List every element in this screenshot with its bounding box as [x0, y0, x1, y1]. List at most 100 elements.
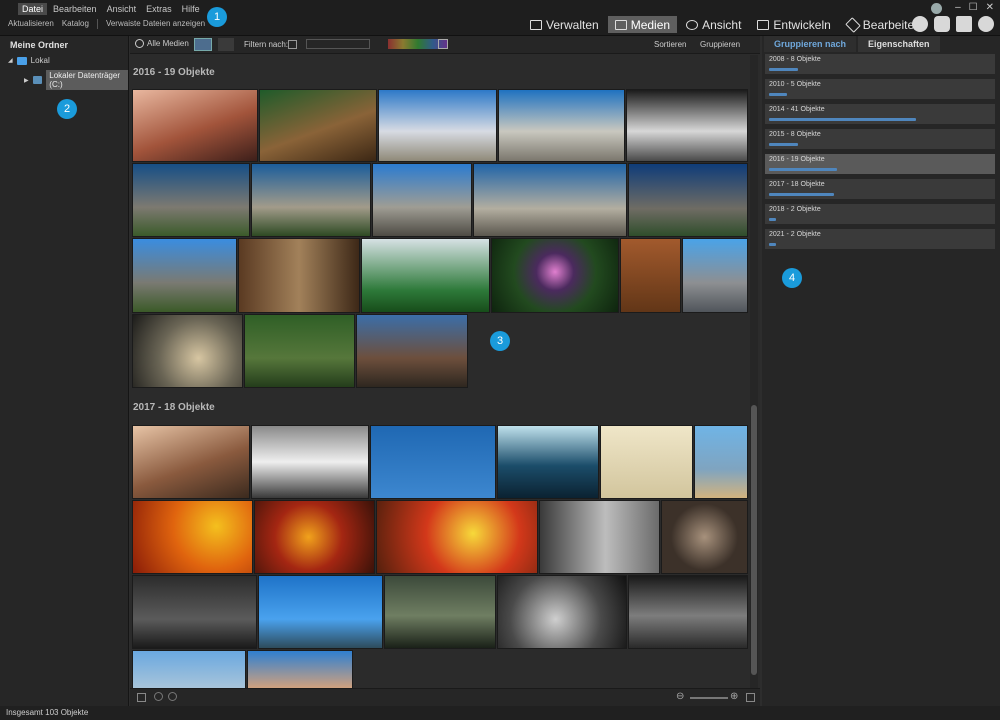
media-thumbnail[interactable]: [247, 650, 353, 688]
media-thumbnail[interactable]: [497, 425, 599, 499]
media-thumbnail[interactable]: [259, 89, 377, 162]
rotate-right-icon[interactable]: [168, 692, 177, 701]
mode-media[interactable]: Medien: [607, 16, 678, 33]
back-icon: [135, 39, 144, 48]
group-row-label: 2016 - 19 Objekte: [769, 156, 825, 163]
filter-color-clear[interactable]: [438, 39, 448, 49]
media-thumbnail[interactable]: [473, 163, 627, 237]
group-row[interactable]: 2015 - 8 Objekte: [765, 129, 995, 149]
media-thumbnail[interactable]: [258, 575, 383, 649]
media-thumbnail[interactable]: [661, 500, 748, 574]
mode-manage[interactable]: Verwalten: [523, 16, 606, 33]
menu-file[interactable]: Datei: [18, 3, 48, 15]
maximize-button[interactable]: ☐: [969, 2, 978, 13]
mode-view[interactable]: Ansicht: [679, 16, 748, 33]
list-view-button[interactable]: [218, 38, 234, 51]
media-thumbnail[interactable]: [491, 238, 619, 313]
group-row[interactable]: 2016 - 19 Objekte: [765, 154, 995, 174]
filter-rating-icons[interactable]: [306, 39, 370, 49]
group-row[interactable]: 2008 - 8 Objekte: [765, 54, 995, 74]
menu-bar: Datei Bearbeiten Ansicht Extras Hilfe: [18, 3, 204, 15]
stats-icon[interactable]: [956, 16, 972, 32]
sort-dropdown[interactable]: Sortieren: [654, 40, 686, 49]
scrollbar-thumb[interactable]: [751, 405, 757, 675]
media-toolbar: Alle Medien Filtern nach: Sortieren Grup…: [130, 36, 760, 54]
catalog-button[interactable]: Katalog: [62, 19, 89, 29]
group-count-bar: [769, 93, 787, 96]
media-thumbnail[interactable]: [628, 575, 748, 649]
zoom-in-button[interactable]: ⊕: [730, 691, 738, 702]
media-thumbnail[interactable]: [498, 89, 625, 162]
group-row[interactable]: 2014 - 41 Objekte: [765, 104, 995, 124]
filter-checkbox[interactable]: [288, 40, 297, 49]
close-button[interactable]: ✕: [986, 2, 994, 13]
media-thumbnail[interactable]: [244, 314, 355, 388]
group-count-bar: [769, 118, 916, 121]
media-thumbnail[interactable]: [132, 425, 250, 499]
media-thumbnail[interactable]: [132, 238, 237, 313]
menu-view[interactable]: Ansicht: [103, 3, 141, 15]
tab-group-by[interactable]: Gruppieren nach: [764, 36, 857, 52]
media-thumbnail[interactable]: [238, 238, 360, 313]
media-thumbnail[interactable]: [254, 500, 375, 574]
media-panel: Alle Medien Filtern nach: Sortieren Grup…: [130, 36, 760, 706]
media-thumbnail[interactable]: [378, 89, 497, 162]
eye-settings-icon[interactable]: [978, 16, 994, 32]
cloud-icon[interactable]: [934, 16, 950, 32]
media-thumbnail[interactable]: [372, 163, 472, 237]
media-thumbnail[interactable]: [370, 425, 496, 499]
media-thumbnail[interactable]: [682, 238, 748, 313]
tree-item-drive[interactable]: ▶ Lokaler Datenträger (C:): [24, 70, 128, 90]
globe-icon[interactable]: [912, 16, 928, 32]
group-dropdown[interactable]: Gruppieren: [700, 40, 740, 49]
media-thumbnail[interactable]: [132, 500, 253, 574]
divider: [96, 19, 98, 29]
menu-help[interactable]: Hilfe: [178, 3, 204, 15]
minimize-button[interactable]: –: [955, 2, 961, 13]
media-thumbnail[interactable]: [361, 238, 490, 313]
menu-edit[interactable]: Bearbeiten: [49, 3, 101, 15]
media-thumbnail[interactable]: [497, 575, 627, 649]
media-thumbnail[interactable]: [132, 314, 243, 388]
media-thumbnail[interactable]: [539, 500, 660, 574]
media-thumbnail[interactable]: [626, 89, 748, 162]
media-thumbnail[interactable]: [356, 314, 468, 388]
callout-badge-1: 1: [207, 7, 227, 27]
tab-properties[interactable]: Eigenschaften: [858, 36, 940, 52]
media-thumbnail[interactable]: [384, 575, 496, 649]
media-thumbnail[interactable]: [132, 89, 258, 162]
mode-view-label: Ansicht: [702, 17, 742, 32]
media-scrollbar[interactable]: [750, 55, 758, 688]
media-thumbnail[interactable]: [628, 163, 748, 237]
group-row[interactable]: 2021 - 2 Objekte: [765, 229, 995, 249]
media-thumbnail[interactable]: [694, 425, 748, 499]
show-orphans-button[interactable]: Verwaiste Dateien anzeigen: [106, 19, 205, 29]
media-thumbnail[interactable]: [132, 650, 246, 688]
media-thumbnail[interactable]: [132, 163, 250, 237]
grid-view-button[interactable]: [194, 38, 212, 51]
menu-extras[interactable]: Extras: [142, 3, 176, 15]
media-thumbnail[interactable]: [376, 500, 538, 574]
mode-develop[interactable]: Entwickeln: [750, 16, 837, 33]
user-avatar[interactable]: [931, 3, 942, 14]
zoom-out-button[interactable]: ⊖: [676, 691, 684, 702]
collapsed-arrow-icon[interactable]: ▶: [24, 77, 29, 84]
callout-badge-2: 2: [57, 99, 77, 119]
media-thumbnail[interactable]: [620, 238, 681, 313]
media-thumbnail[interactable]: [132, 575, 257, 649]
group-row[interactable]: 2017 - 18 Objekte: [765, 179, 995, 199]
media-thumbnail[interactable]: [600, 425, 693, 499]
refresh-button[interactable]: Aktualisieren: [8, 19, 54, 29]
group-row[interactable]: 2018 - 2 Objekte: [765, 204, 995, 224]
zoom-slider[interactable]: [690, 697, 728, 699]
all-media-button[interactable]: Alle Medien: [135, 39, 189, 48]
callout-badge-4: 4: [782, 268, 802, 288]
media-thumbnail[interactable]: [251, 163, 371, 237]
media-thumbnail[interactable]: [251, 425, 369, 499]
panel-toggle-icon[interactable]: [137, 693, 146, 702]
group-row[interactable]: 2010 - 5 Objekte: [765, 79, 995, 99]
tree-item-local[interactable]: ◢ Lokal: [8, 56, 50, 65]
expand-arrow-icon[interactable]: ◢: [8, 57, 13, 64]
fullscreen-icon[interactable]: [746, 693, 755, 702]
rotate-left-icon[interactable]: [154, 692, 163, 701]
